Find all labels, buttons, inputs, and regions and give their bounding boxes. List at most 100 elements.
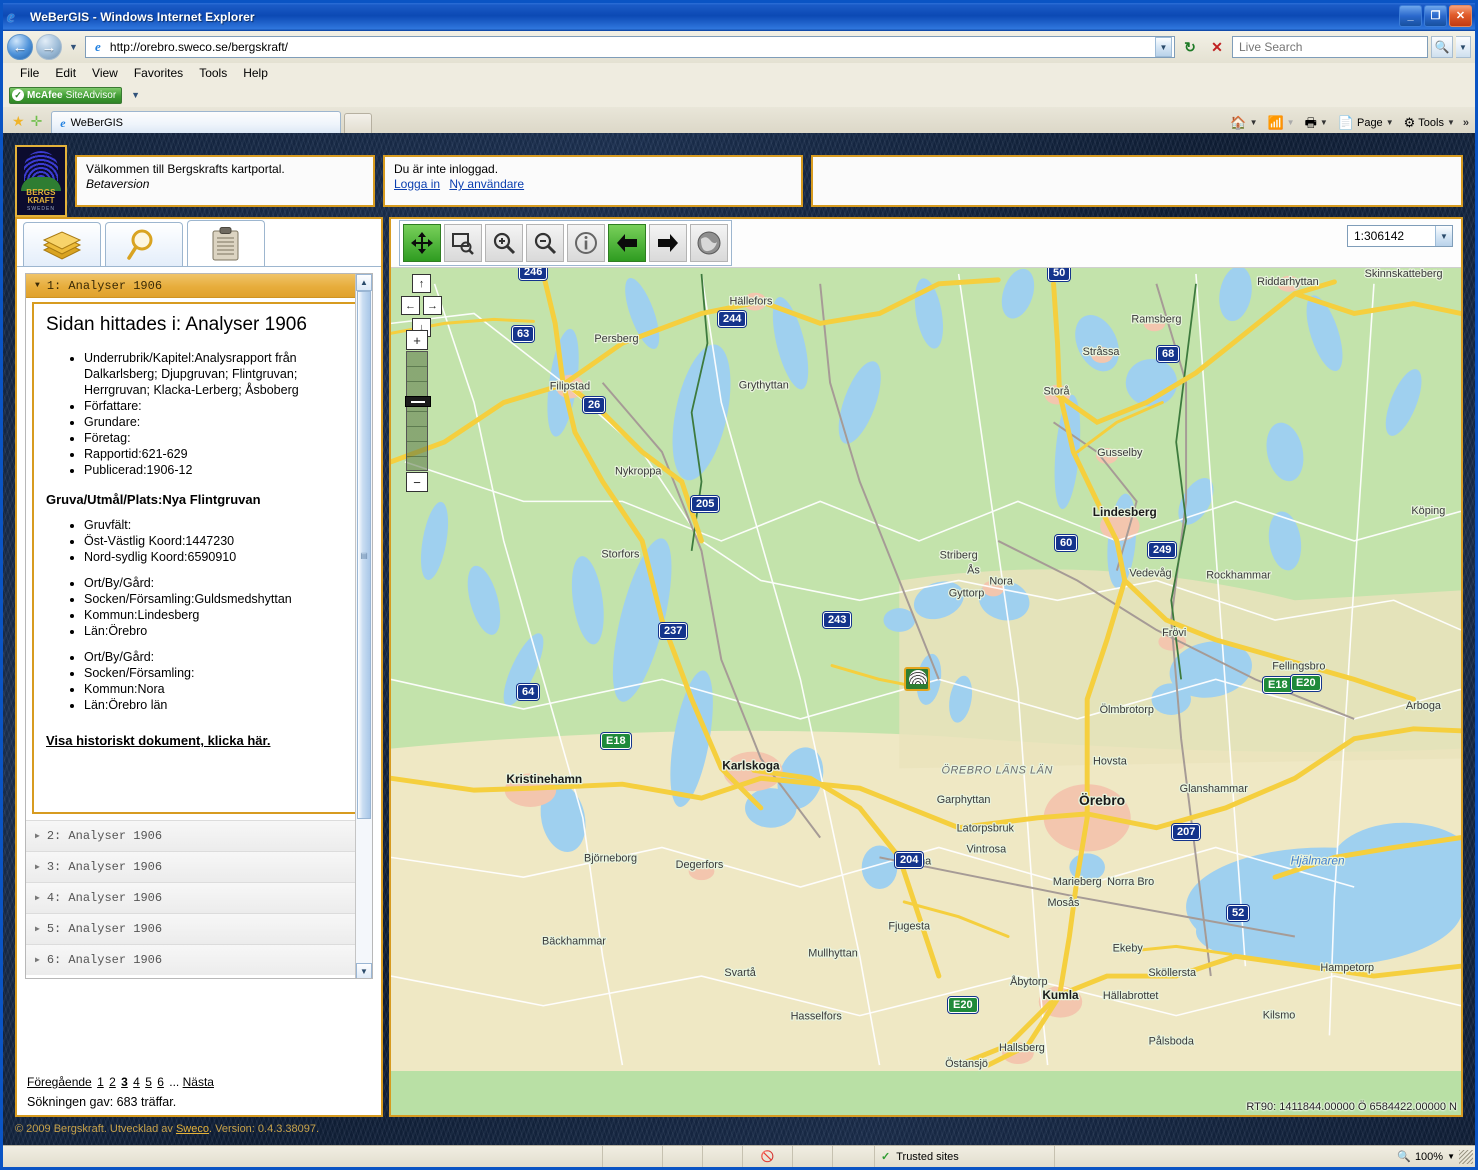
back-button[interactable]: ←	[7, 34, 33, 60]
pagination-page-5[interactable]: 5	[145, 1075, 152, 1089]
sweco-link[interactable]: Sweco	[176, 1123, 209, 1135]
window-buttons: _ ❐ ✕	[1399, 5, 1472, 27]
mcafee-dropdown-icon[interactable]: ▼	[127, 90, 144, 100]
overflow-button[interactable]: »	[1461, 117, 1469, 129]
scroll-up-button[interactable]: ▲	[356, 274, 372, 291]
menu-favorites[interactable]: Favorites	[127, 65, 190, 81]
new-tab-button[interactable]	[344, 113, 373, 133]
menu-tools[interactable]: Tools	[192, 65, 234, 81]
list-item: Socken/Församling:	[84, 665, 352, 681]
pagination-page-2[interactable]: 2	[109, 1075, 116, 1089]
address-bar[interactable]: e http://orebro.sweco.se/bergskraft/ ▼	[84, 36, 1175, 58]
close-button[interactable]: ✕	[1449, 5, 1472, 27]
pan-left-button[interactable]: ←	[401, 296, 420, 315]
scroll-thumb[interactable]: ▤	[357, 291, 371, 819]
zoom-box-tool[interactable]	[444, 224, 482, 262]
accordion-header-6[interactable]: ▶ 6: Analyser 1906	[26, 944, 372, 975]
scroll-track[interactable]: ▤	[356, 291, 372, 963]
menu-view[interactable]: View	[85, 65, 125, 81]
road-shield: E20	[1291, 675, 1321, 691]
map-place-label: Garphyttan	[937, 794, 991, 806]
menu-edit[interactable]: Edit	[48, 65, 83, 81]
map-place-label: Arboga	[1406, 700, 1442, 712]
search-provider-dropdown-icon[interactable]: ▼	[1456, 36, 1471, 58]
chevron-down-icon[interactable]: ▼	[1386, 118, 1394, 127]
mine-site-marker[interactable]	[904, 667, 930, 691]
chevron-down-icon[interactable]: ▼	[1447, 118, 1455, 127]
zoom-level-control[interactable]: 🔍 100% ▼	[1397, 1150, 1455, 1164]
road-shield: 64	[517, 684, 540, 700]
home-icon: 🏠	[1230, 115, 1247, 130]
pan-right-button[interactable]: →	[423, 296, 442, 315]
favorites-star-icon[interactable]: ★	[9, 114, 28, 133]
map-view[interactable]: Riddarhyttan Skinnskatteberg Hällefors Pers…	[391, 267, 1461, 1115]
zoom-out-button[interactable]: −	[406, 472, 428, 492]
search-go-button[interactable]: 🔍	[1431, 36, 1453, 58]
pagination-next[interactable]: Nästa	[183, 1075, 214, 1089]
menu-file[interactable]: File	[13, 65, 46, 81]
full-extent-tool[interactable]	[690, 224, 728, 262]
zoom-thumb[interactable]	[405, 396, 431, 407]
back-extent-tool[interactable]	[608, 224, 646, 262]
zoom-track[interactable]	[405, 351, 431, 471]
new-user-link[interactable]: Ny användare	[449, 177, 524, 191]
chevron-down-icon[interactable]: ▼	[1287, 118, 1295, 127]
zoom-in-tool[interactable]	[485, 224, 523, 262]
pan-tool[interactable]	[403, 224, 441, 262]
forward-extent-tool[interactable]	[649, 224, 687, 262]
map-zoom-slider[interactable]: + −	[405, 330, 431, 492]
forward-button[interactable]: →	[36, 34, 62, 60]
zoom-in-button[interactable]: +	[406, 330, 428, 350]
history-dropdown-icon[interactable]: ▼	[65, 42, 82, 52]
search-input[interactable]	[1237, 39, 1423, 55]
chevron-down-icon[interactable]: ▼	[1435, 226, 1452, 246]
zoom-rect-icon	[452, 233, 474, 255]
minimize-button[interactable]: _	[1399, 5, 1422, 27]
refresh-button[interactable]: ↻	[1178, 35, 1202, 59]
pagination-page-6[interactable]: 6	[157, 1075, 164, 1089]
accordion-header-3[interactable]: ▶ 3: Analyser 1906	[26, 851, 372, 882]
maximize-button[interactable]: ❐	[1424, 5, 1447, 27]
historical-document-link[interactable]: Visa historiskt dokument, klicka här.	[46, 733, 270, 748]
tab-results[interactable]	[187, 220, 265, 266]
chevron-down-icon[interactable]: ▼	[1447, 1152, 1455, 1161]
accordion-header-1[interactable]: ▼ 1: Analyser 1906	[26, 274, 372, 298]
scroll-down-button[interactable]: ▼	[356, 963, 372, 978]
menu-help[interactable]: Help	[236, 65, 275, 81]
address-dropdown-icon[interactable]: ▼	[1155, 37, 1172, 57]
accordion-header-5[interactable]: ▶ 5: Analyser 1906	[26, 913, 372, 944]
accordion-header-2[interactable]: ▶ 2: Analyser 1906	[26, 820, 372, 851]
browser-tab-webergis[interactable]: e WeBerGIS	[51, 111, 342, 133]
road-shield: 52	[1227, 905, 1250, 921]
print-button[interactable]: 🖶 ▼	[1301, 114, 1332, 131]
feeds-button[interactable]: 📶 ▼	[1263, 114, 1298, 131]
arrow-right-icon	[658, 234, 678, 252]
home-button[interactable]: 🏠 ▼	[1226, 114, 1261, 131]
scale-selector[interactable]: 1:306142 ▼	[1347, 225, 1453, 247]
accordion-header-4[interactable]: ▶ 4: Analyser 1906	[26, 882, 372, 913]
stop-button[interactable]: ✕	[1205, 35, 1229, 59]
chevron-down-icon[interactable]: ▼	[1250, 118, 1258, 127]
login-link[interactable]: Logga in	[394, 177, 440, 191]
pagination-page-3[interactable]: 3	[121, 1075, 128, 1089]
tools-menu-button[interactable]: ⚙ Tools ▼	[1400, 114, 1459, 131]
pagination-page-4[interactable]: 4	[133, 1075, 140, 1089]
pagination-page-1[interactable]: 1	[97, 1075, 104, 1089]
security-zone[interactable]: ✓ Trusted sites	[875, 1146, 1055, 1167]
road-shield: 244	[718, 311, 747, 327]
accordion-scrollbar[interactable]: ▲ ▤ ▼	[355, 274, 372, 978]
info-tool[interactable]	[567, 224, 605, 262]
resize-grip[interactable]	[1459, 1149, 1473, 1164]
chevron-down-icon[interactable]: ▼	[1320, 118, 1328, 127]
pan-up-button[interactable]: ↑	[412, 274, 431, 293]
page-menu-button[interactable]: 📄 Page ▼	[1334, 114, 1398, 131]
map-place-label: Hallsberg	[999, 1042, 1045, 1054]
popup-blocker-indicator[interactable]: 🚫	[743, 1146, 793, 1167]
pagination-prev[interactable]: Föregående	[27, 1075, 92, 1089]
zoom-out-tool[interactable]	[526, 224, 564, 262]
search-box[interactable]	[1232, 36, 1428, 58]
mcafee-siteadvisor-button[interactable]: ✓ McAfee SiteAdvisor	[9, 86, 123, 104]
tab-layers[interactable]	[23, 222, 101, 266]
add-favorite-icon[interactable]: ✛	[28, 114, 46, 133]
tab-search[interactable]	[105, 222, 183, 266]
